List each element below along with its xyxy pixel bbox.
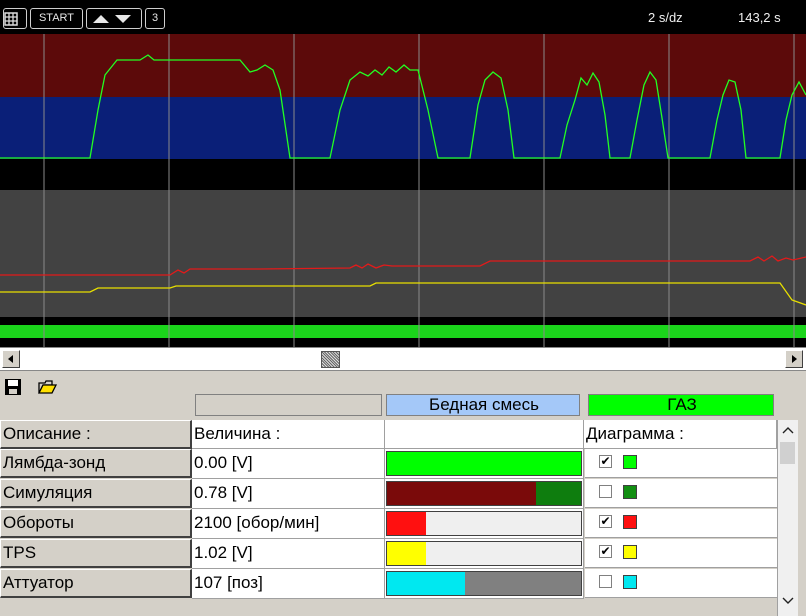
chart-toggle-cell: ✔ [585,449,777,478]
channel-switch-button[interactable] [86,8,142,29]
description-header[interactable]: Описание : [0,420,192,449]
level-bar [386,451,582,476]
status-field-empty [195,394,382,416]
channel-count-badge[interactable]: 3 [145,8,165,29]
show-in-chart-checkbox[interactable] [599,575,612,588]
grid-toggle-button[interactable] [3,8,27,29]
channel-value: 1.02 [V] [192,539,385,569]
scope-band-lean [0,97,806,159]
level-bar [386,511,582,536]
level-bar [386,541,582,566]
table-scroll-thumb[interactable] [780,442,795,464]
triangle-down-icon [115,15,131,23]
trace-color-swatch[interactable] [623,575,637,589]
scroll-left-button[interactable] [2,350,20,368]
level-bar-fill [387,512,426,535]
channel-value: 0.00 [V] [192,449,385,479]
level-bar-fill [387,452,581,475]
chart-toggle-cell [585,479,777,508]
timeline-scrollbar[interactable] [0,347,806,371]
arrows-icon [93,15,131,23]
chart-toggle-cell [585,569,777,598]
chevron-up-icon[interactable] [782,426,794,434]
arrow-right-icon [792,355,797,363]
arrow-left-icon [8,355,13,363]
chart-toggle-cell: ✔ [585,509,777,538]
start-button[interactable]: START [30,8,83,29]
show-in-chart-checkbox[interactable]: ✔ [599,455,612,468]
level-bar-fill [387,572,465,595]
open-button[interactable] [37,380,58,399]
bar-header [385,420,584,449]
channel-label[interactable]: Аттуатор [0,569,192,598]
channel-value: 107 [поз] [192,569,385,599]
level-bar [386,481,582,506]
chart-toggle-cell: ✔ [585,539,777,568]
trace-color-swatch[interactable] [623,455,637,469]
scroll-right-button[interactable] [785,350,803,368]
fuel-status-badge: ГАЗ [588,394,774,416]
time-scale-readout: 2 s/dz [648,10,683,25]
scope-band-gap2 [0,317,806,325]
save-button[interactable] [4,378,22,401]
show-in-chart-checkbox[interactable] [599,485,612,498]
show-in-chart-checkbox[interactable]: ✔ [599,515,612,528]
triangle-up-icon [93,15,109,23]
oscilloscope-plot [0,34,806,347]
folder-open-icon [37,380,58,394]
channel-value: 0.78 [V] [192,479,385,509]
channel-label[interactable]: Лямбда-зонд [0,449,192,478]
floppy-disk-icon [5,379,21,395]
value-header[interactable]: Величина : [192,420,385,449]
oscilloscope-view[interactable]: START 3 2 s/dz 143,2 s [0,0,806,347]
channel-label[interactable]: Обороты [0,509,192,538]
channel-panel: Бедная смесь ГАЗ Описание : Величина : Д… [0,371,806,616]
trace-color-swatch[interactable] [623,485,637,499]
scope-band-fuel [0,325,806,338]
grid-icon [4,12,18,26]
level-bar-fill [387,542,426,565]
channel-value: 2100 [обор/мин] [192,509,385,539]
channel-label[interactable]: Симуляция [0,479,192,508]
table-scrollbar[interactable] [777,420,798,616]
channel-label[interactable]: TPS [0,539,192,568]
chart-header[interactable]: Диаграмма : [584,420,777,449]
mixture-status-badge: Бедная смесь [386,394,580,416]
scroll-thumb[interactable] [321,351,340,368]
time-position-readout: 143,2 s [738,10,781,25]
scope-band-sensors [0,190,806,317]
level-bar-fill [387,482,537,505]
chevron-down-icon[interactable] [782,597,794,605]
trace-color-swatch[interactable] [623,515,637,529]
show-in-chart-checkbox[interactable]: ✔ [599,545,612,558]
scope-band-gap [0,159,806,190]
level-bar [386,571,582,596]
trace-color-swatch[interactable] [623,545,637,559]
